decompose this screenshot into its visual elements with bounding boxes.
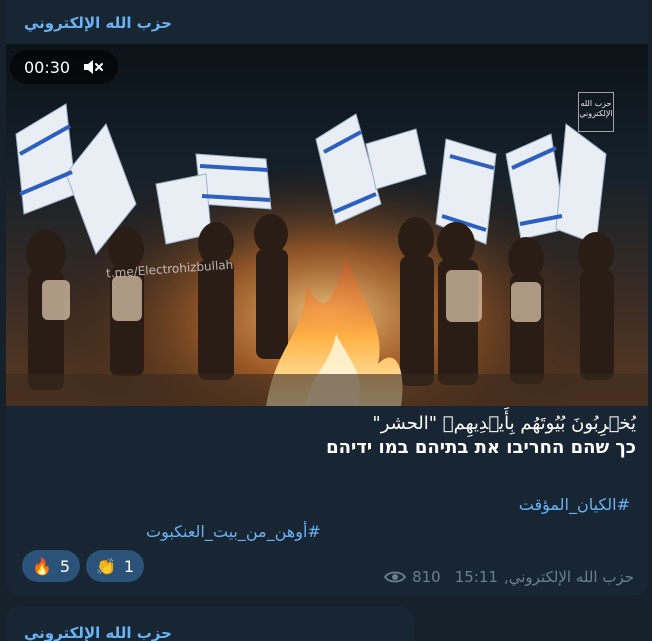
sender-name[interactable]: حزب الله الإلكتروني [24, 14, 172, 32]
clap-emoji-icon: 👏 [95, 556, 116, 576]
eye-icon [384, 571, 407, 583]
video-duration-pill[interactable]: 00:30 [10, 50, 118, 84]
caption-quote-arabic: يُخۡرِبُونَ بُيُوتَهُم بِأَيۡدِيهِمۡ "ال… [372, 413, 636, 434]
watermark-logo: حزب الله الإلكتروني [578, 92, 614, 132]
view-count: 810 [412, 568, 441, 586]
reaction-count: 1 [123, 556, 135, 576]
speaker-muted-icon[interactable] [82, 58, 104, 76]
video-frame [6, 44, 648, 406]
message-caption: يُخۡرِبُونَ بُيُوتَهُم بِأَيۡدِيهِمۡ "ال… [24, 412, 636, 460]
reaction-fire[interactable]: 🔥 5 [22, 550, 80, 582]
video-player[interactable]: حزب الله الإلكتروني t.me/Electrohizbulla… [6, 44, 648, 406]
reaction-count: 5 [59, 556, 71, 576]
hashtag-link-1[interactable]: #الكيان_المؤقت [519, 495, 630, 514]
author-signature: حزب الله الإلكتروني, [503, 568, 634, 586]
video-duration: 00:30 [24, 57, 71, 77]
next-sender-name[interactable]: حزب الله الإلكتروني [24, 624, 172, 641]
message-meta: 810 15:11 حزب الله الإلكتروني, [384, 568, 634, 586]
next-message-bubble[interactable]: حزب الله الإلكتروني [6, 606, 414, 641]
reactions-bar: 🔥 5 👏 1 [22, 550, 144, 582]
hashtag-link-2[interactable]: #أوهن_من_بيت_العنكبوت [146, 522, 321, 541]
reaction-clap[interactable]: 👏 1 [86, 550, 144, 582]
message-time: 15:11 [454, 568, 498, 586]
fire-emoji-icon: 🔥 [31, 556, 52, 576]
caption-hebrew: כך שהם החריבו את בתיהם במו ידיהם [326, 437, 636, 458]
